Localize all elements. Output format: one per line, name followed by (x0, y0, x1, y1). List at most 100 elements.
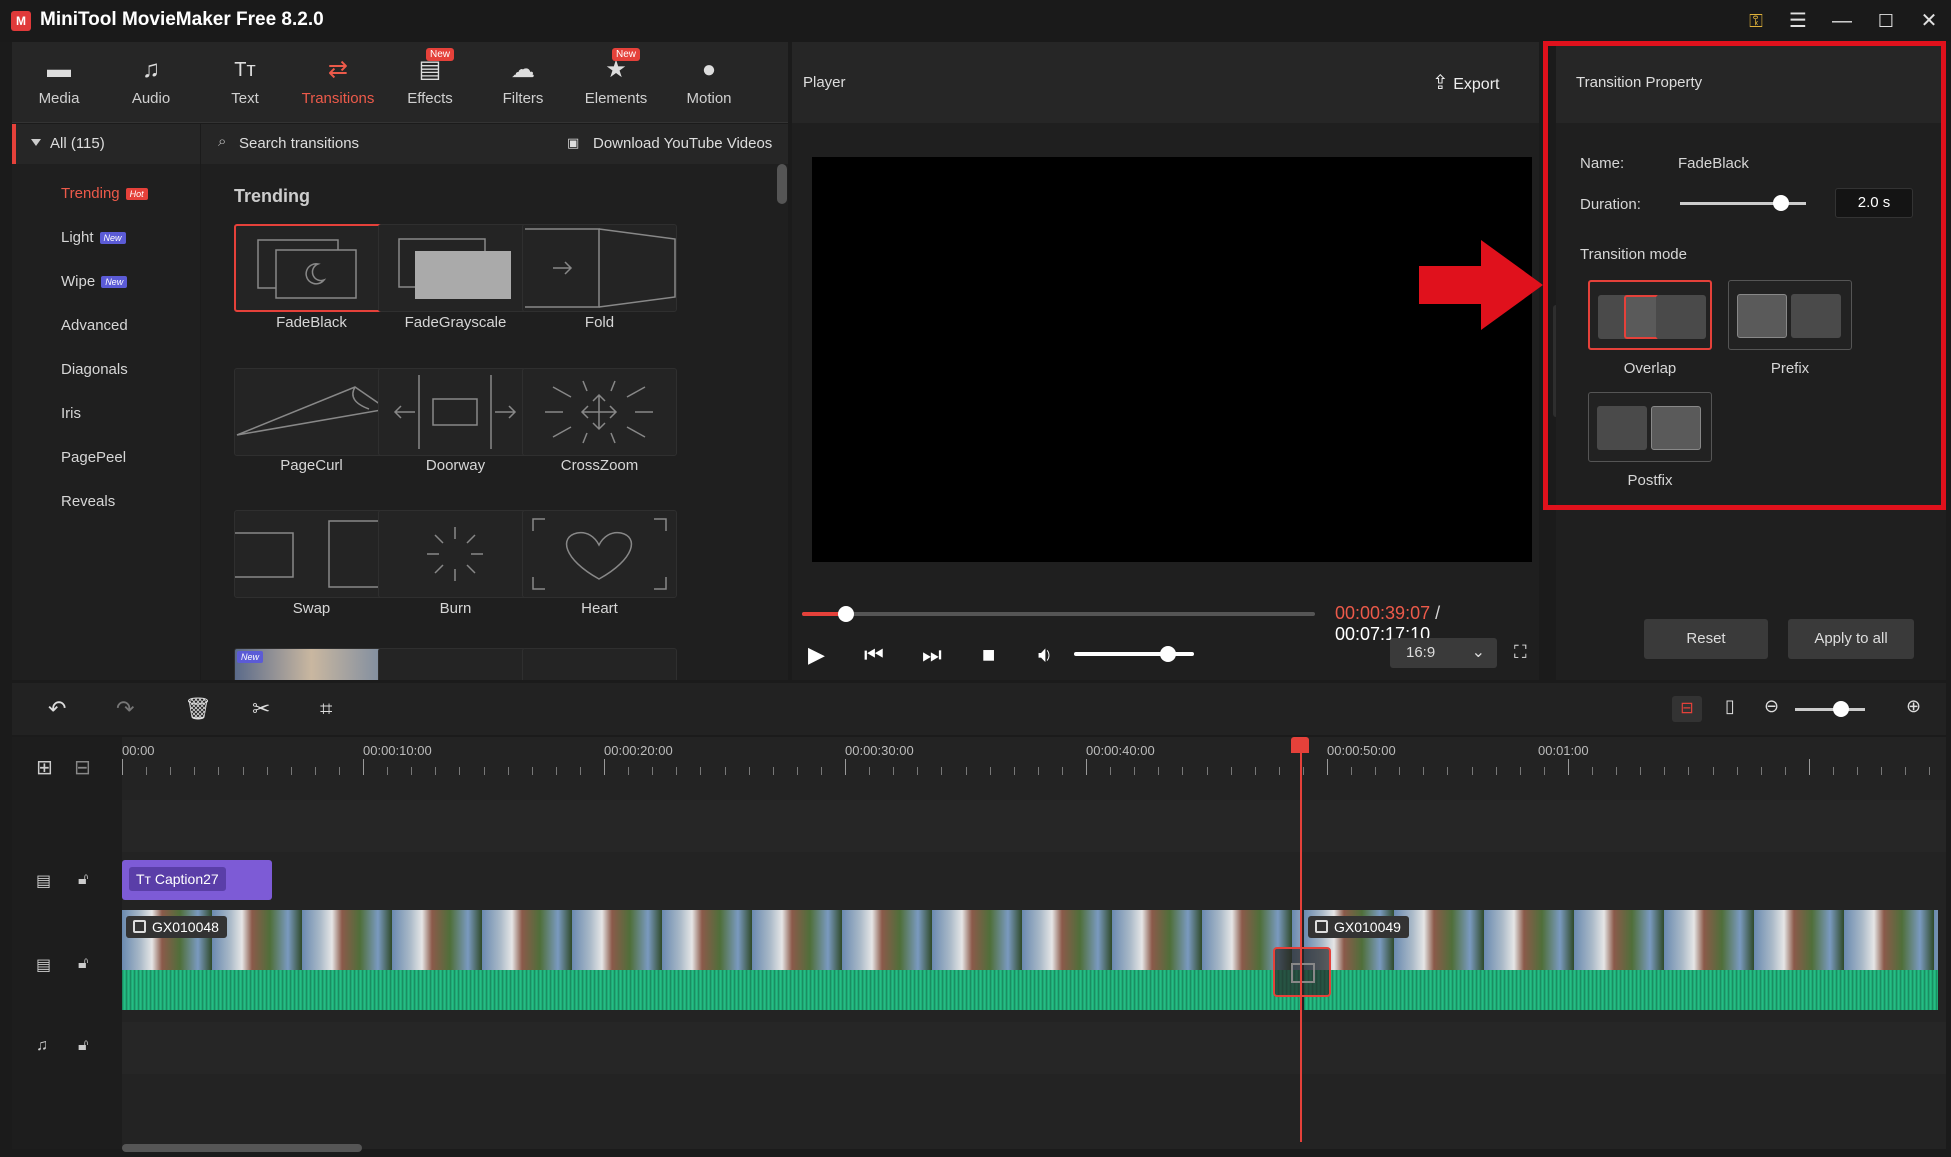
transition-thumb-swap[interactable] (224, 510, 390, 598)
tab-transitions[interactable]: ⇄ Transitions (293, 42, 383, 123)
ruler-tick (1303, 767, 1304, 775)
previous-frame-button[interactable]: ⏮ (864, 642, 884, 668)
ruler-tick (845, 759, 846, 775)
tab-audio[interactable]: ♫ Audio (106, 42, 196, 123)
burn-preview-icon (427, 527, 483, 581)
category-advanced[interactable]: Advanced (61, 317, 128, 334)
split-icon[interactable]: ✂ (252, 696, 270, 722)
ruler-tick (1592, 767, 1593, 775)
lock-icon[interactable]: 🔓︎ (78, 955, 88, 973)
zoom-handle[interactable] (1832, 701, 1849, 717)
ruler-tick (1447, 767, 1448, 775)
remove-track-icon[interactable]: ⊟ (74, 755, 91, 780)
volume-icon[interactable]: 🔉︎ (1038, 642, 1052, 668)
ruler-tick (508, 767, 509, 775)
video-clip-frames[interactable] (122, 910, 1300, 970)
ruler-tick (291, 767, 292, 775)
doorway-preview-icon (393, 375, 517, 449)
title-bar: M MiniTool MovieMaker Free 8.2.0 ⚿ ☰ — ☐… (0, 0, 1951, 42)
apply-to-all-button[interactable]: Apply to all (1788, 619, 1914, 659)
crop-icon[interactable]: ⌗ (320, 696, 332, 722)
transition-thumb-fadegrayscale[interactable] (378, 224, 533, 312)
playhead-handle[interactable] (1291, 737, 1309, 753)
maximize-icon[interactable]: ☐ (1873, 8, 1899, 34)
tab-media[interactable]: ▬ Media (14, 42, 104, 123)
film-icon (1315, 920, 1328, 933)
timeline-zoom-slider[interactable] (1795, 701, 1865, 717)
add-track-icon[interactable]: ⊞ (36, 755, 53, 780)
redo-icon[interactable]: ↷ (116, 696, 134, 722)
transition-marker[interactable] (1273, 947, 1331, 997)
category-trending[interactable]: Trending Hot (61, 185, 148, 202)
transition-thumb-fold[interactable] (522, 224, 677, 312)
zoom-out-icon[interactable]: ⊖ (1764, 696, 1779, 717)
fit-timeline-icon[interactable]: ▯ (1725, 696, 1735, 717)
tab-elements[interactable]: New ★ Elements (571, 42, 661, 123)
ruler-tick (773, 767, 774, 775)
category-all[interactable]: All (115) (12, 124, 200, 164)
ruler-tick (387, 767, 388, 775)
clip-name: GX010049 (1334, 919, 1401, 935)
caption-clip[interactable]: Tт Caption27 (122, 860, 272, 900)
timeline-scrollbar[interactable] (122, 1144, 362, 1152)
snap-icon[interactable]: ⊟ (1672, 696, 1702, 722)
search-input[interactable]: Search transitions (239, 135, 359, 152)
tab-motion[interactable]: ● Motion (664, 42, 754, 123)
delete-icon[interactable]: 🗑︎ (184, 696, 212, 722)
transition-name: PageCurl (280, 457, 343, 474)
ruler-tick (893, 767, 894, 775)
playhead[interactable] (1300, 737, 1302, 1142)
seek-bar[interactable] (802, 606, 1315, 622)
menu-icon[interactable]: ☰ (1785, 8, 1811, 34)
transition-thumb-partial[interactable] (378, 648, 533, 680)
ruler-tick (917, 767, 918, 775)
section-title: Trending (234, 186, 310, 206)
transition-thumb-heart[interactable] (522, 510, 677, 598)
transition-name: FadeGrayscale (404, 314, 507, 331)
category-diagonals[interactable]: Diagonals (61, 361, 128, 378)
seek-handle[interactable] (837, 606, 854, 622)
zoom-in-icon[interactable]: ⊕ (1906, 696, 1921, 717)
audio-track (122, 1022, 1946, 1074)
stop-button[interactable]: ■ (982, 642, 995, 668)
transition-thumb-doorway[interactable] (378, 368, 533, 456)
download-youtube-link[interactable]: Download YouTube Videos (593, 135, 772, 152)
ruler-tick (411, 767, 412, 775)
tab-text[interactable]: Tт Text (200, 42, 290, 123)
ruler-tick (1134, 767, 1135, 775)
clip-label: GX010049 (1308, 916, 1409, 938)
close-icon[interactable]: ✕ (1916, 8, 1942, 34)
ruler-tick (1568, 759, 1569, 775)
category-light[interactable]: Light New (61, 229, 126, 246)
ruler-tick (1279, 767, 1280, 775)
volume-slider[interactable] (1074, 646, 1194, 662)
minimize-icon[interactable]: — (1829, 8, 1855, 34)
transition-thumb-fadeblack[interactable] (234, 224, 389, 312)
category-pagepeel[interactable]: PagePeel (61, 449, 126, 466)
transition-thumb-partial[interactable] (522, 648, 677, 680)
player-header: Player ⇪ Export (792, 42, 1539, 123)
lock-icon[interactable]: 🔓︎ (78, 871, 88, 889)
reset-button[interactable]: Reset (1644, 619, 1768, 659)
transition-thumb-partial[interactable]: New (234, 648, 389, 680)
transition-thumb-pagecurl[interactable] (234, 368, 389, 456)
export-button[interactable]: ⇪ Export (1432, 70, 1499, 95)
category-iris[interactable]: Iris (61, 405, 81, 422)
tab-filters[interactable]: ☁ Filters (478, 42, 568, 123)
transition-thumb-burn[interactable] (378, 510, 533, 598)
next-frame-button[interactable]: ⏭ (922, 642, 942, 668)
volume-handle[interactable] (1159, 646, 1176, 662)
aspect-ratio-select[interactable]: 16:9 ⌄ (1390, 638, 1497, 668)
fullscreen-icon[interactable]: ⛶ (1514, 642, 1527, 663)
category-wipe[interactable]: Wipe New (61, 273, 128, 290)
lock-icon[interactable]: 🔓︎ (78, 1037, 88, 1055)
undo-icon[interactable]: ↶ (48, 696, 66, 722)
tab-effects[interactable]: New ▤ Effects (385, 42, 475, 123)
key-icon[interactable]: ⚿ (1743, 8, 1769, 34)
current-time: 00:00:39:07 (1335, 603, 1431, 623)
play-button[interactable]: ▶ (808, 642, 825, 668)
grid-scrollbar[interactable] (777, 164, 787, 204)
category-reveals[interactable]: Reveals (61, 493, 115, 510)
transition-thumb-crosszoom[interactable] (522, 368, 677, 456)
transition-name: Heart (581, 600, 618, 617)
